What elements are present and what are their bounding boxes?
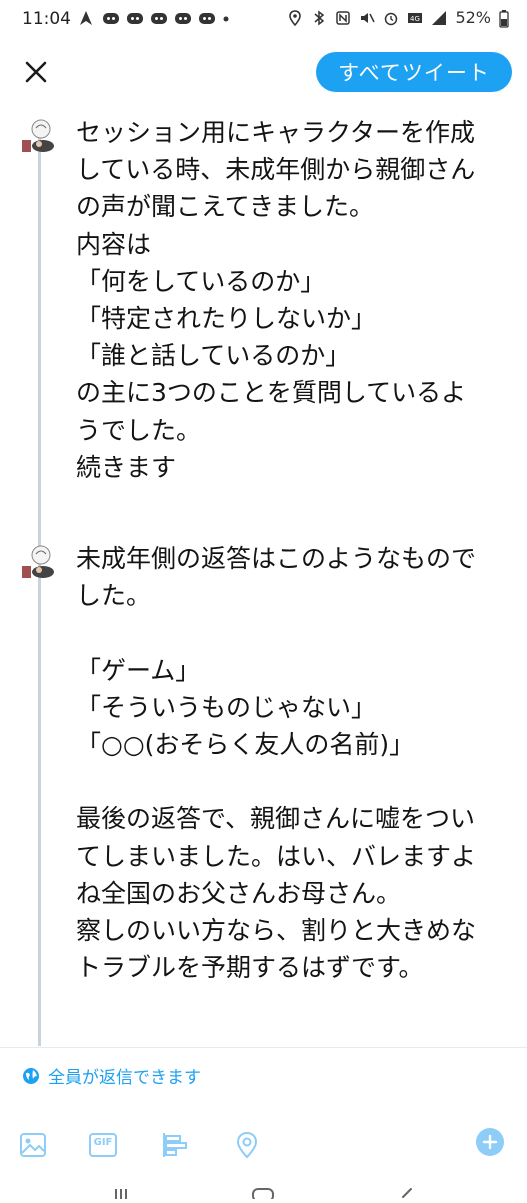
thread-header: すべてツイート <box>0 40 527 106</box>
discord-icon <box>150 10 168 26</box>
svg-text:4G: 4G <box>410 15 420 23</box>
location-icon <box>236 1131 258 1159</box>
poll-button[interactable] <box>160 1130 190 1160</box>
close-button[interactable] <box>18 54 54 90</box>
battery-percent: 52% <box>455 8 491 27</box>
close-icon <box>25 61 47 83</box>
reply-setting-label: 全員が返信できます <box>48 1068 201 1088</box>
discord-icon <box>174 10 192 26</box>
bluetooth-icon <box>311 10 327 26</box>
more-dot-icon <box>222 10 240 26</box>
discord-icon <box>102 10 120 26</box>
signal-icon <box>431 10 447 26</box>
composer-toolbar: GIF <box>0 1120 527 1170</box>
lte-icon: 4G <box>407 10 423 26</box>
image-button[interactable] <box>18 1130 48 1160</box>
battery-icon <box>499 9 515 28</box>
navigation-icon <box>78 10 96 26</box>
recents-nav-button[interactable] <box>112 1184 138 1199</box>
tweet-text: セッション用にキャラクターを作成 している時、未成年側から親御さん の声が聞こえ… <box>76 118 476 482</box>
add-icon <box>482 1134 498 1150</box>
nfc-icon <box>335 10 351 26</box>
mute-icon <box>359 10 376 26</box>
discord-icon <box>126 10 144 26</box>
notification-icons <box>78 10 240 26</box>
location-button[interactable] <box>232 1130 262 1160</box>
gif-label: GIF <box>93 1137 113 1148</box>
avatar <box>19 544 57 582</box>
alarm-icon <box>383 10 399 26</box>
back-nav-button[interactable] <box>395 1184 421 1198</box>
divider <box>0 1047 527 1048</box>
gif-button[interactable]: GIF <box>88 1130 118 1160</box>
status-bar: 11:04 4G 52% <box>0 0 527 38</box>
home-nav-button[interactable] <box>250 1184 276 1202</box>
poll-icon <box>163 1133 187 1157</box>
reply-setting[interactable]: 全員が返信できます <box>22 1063 201 1088</box>
tweet-all-button[interactable]: すべてツイート <box>316 52 512 92</box>
tweet-text: 未成年側の返答はこのようなもので した。 「ゲーム」 「そういうものじゃない」 … <box>76 544 477 983</box>
thread-tweet-1[interactable]: セッション用にキャラクターを作成 している時、未成年側から親御さん の声が聞こえ… <box>0 114 527 514</box>
globe-icon <box>23 1067 39 1084</box>
status-time: 11:04 <box>22 9 71 29</box>
system-icons: 4G 52% <box>287 8 515 28</box>
avatar <box>19 118 57 156</box>
thread-tweet-2[interactable]: 未成年側の返答はこのようなもので した。 「ゲーム」 「そういうものじゃない」 … <box>0 540 527 1000</box>
discord-icon <box>198 10 216 26</box>
location-icon <box>287 9 303 26</box>
system-nav-bar <box>0 1178 527 1202</box>
image-icon <box>20 1133 46 1157</box>
add-tweet-button[interactable] <box>476 1128 504 1156</box>
